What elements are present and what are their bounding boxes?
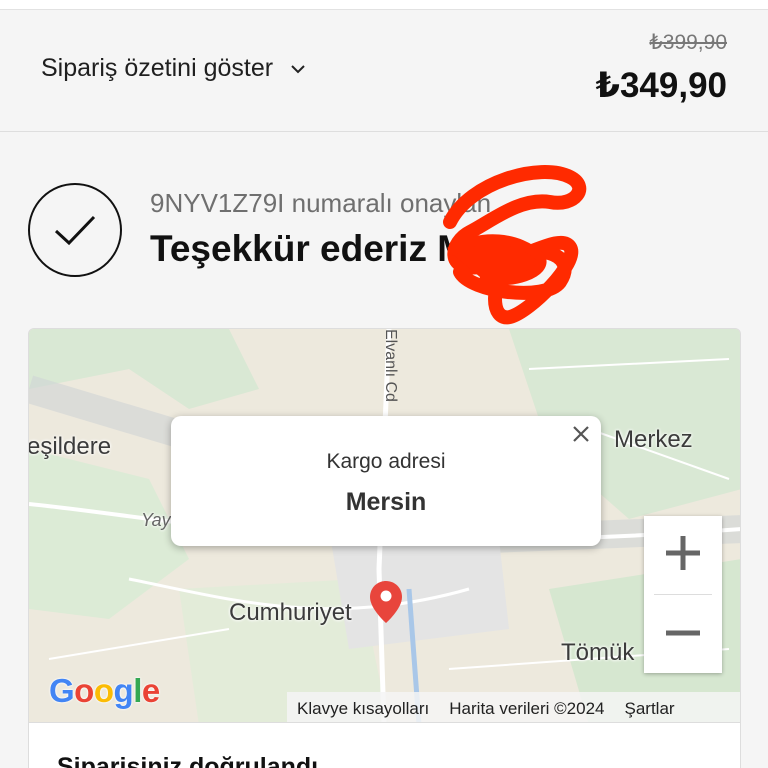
shipping-address-popup: Kargo adresi Mersin — [171, 416, 601, 546]
zoom-controls — [644, 516, 722, 673]
close-icon[interactable] — [569, 422, 593, 446]
redaction-scribble — [443, 165, 587, 325]
google-logo: Google — [49, 672, 160, 709]
chevron-down-icon — [291, 62, 305, 76]
place-label: Merkez — [614, 426, 693, 453]
place-label: Cumhuriyet — [229, 599, 352, 626]
thank-you-heading: Teşekkür ederiz M — [150, 228, 469, 269]
order-summary-toggle[interactable]: Sipariş özetini göster — [41, 54, 305, 83]
total-price: ₺349,90 — [595, 66, 727, 105]
popup-city: Mersin — [345, 488, 427, 516]
place-label: eşildere — [28, 433, 112, 460]
road-label: Elvanlı Cd — [382, 329, 399, 402]
order-status-title: Siparişiniz doğrulandı — [57, 753, 319, 768]
zoom-in-button[interactable] — [644, 516, 722, 594]
zoom-out-button[interactable] — [644, 595, 722, 673]
place-label: Tömük — [561, 639, 635, 666]
keyboard-shortcuts-link[interactable]: Klavye kısayolları — [297, 699, 429, 719]
place-label: Yay — [141, 510, 171, 530]
original-price: ₺399,90 — [649, 31, 727, 54]
plus-icon — [666, 536, 700, 570]
order-status-card: Siparişiniz doğrulandı — [28, 722, 741, 768]
map-attribution: Klavye kısayolları Harita verileri ©2024… — [287, 692, 740, 723]
popup-title: Kargo adresi — [326, 450, 446, 473]
terms-link[interactable]: Şartlar — [624, 699, 674, 719]
map-data-text: Harita verileri ©2024 — [449, 698, 605, 718]
location-pin-icon[interactable] — [368, 579, 404, 630]
order-summary-bar: Sipariş özetini göster ₺399,90 ₺349,90 — [0, 10, 768, 132]
order-summary-label: Sipariş özetini göster — [41, 54, 274, 82]
checkmark-circle-icon — [28, 183, 122, 277]
top-edge — [0, 0, 768, 10]
shipping-map[interactable]: Elvanlı Cd eşildere Merkez Yay Cumhuriye… — [28, 328, 741, 724]
checkout-content: 9NYV1Z79I numaralı onaylan Teşekkür eder… — [0, 132, 768, 768]
minus-icon — [666, 630, 700, 636]
